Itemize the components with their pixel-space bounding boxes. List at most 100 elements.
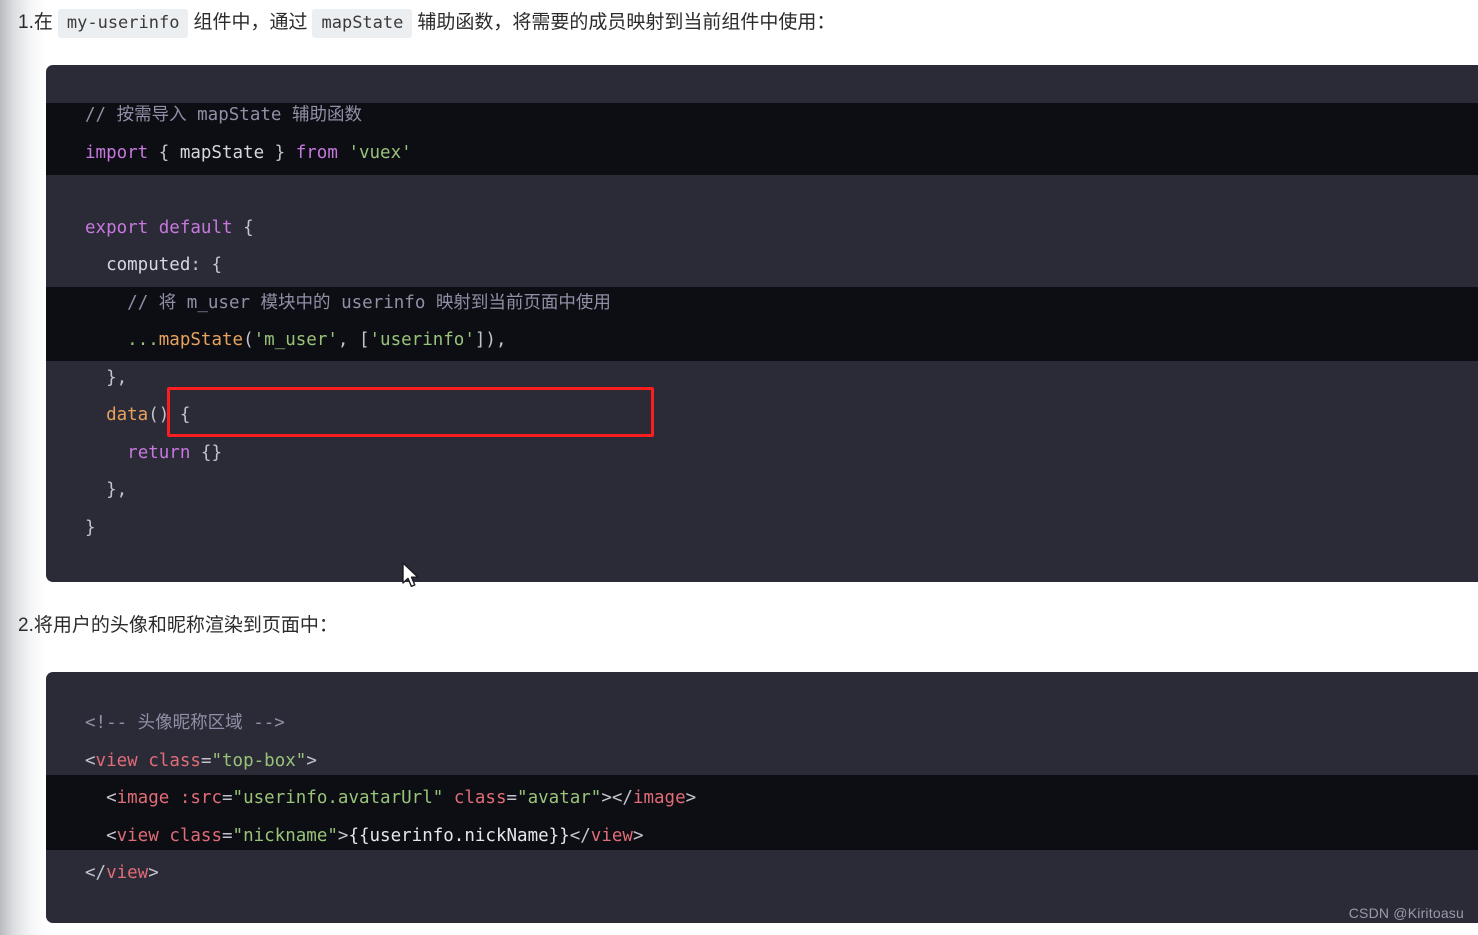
code-token-punc: { xyxy=(232,217,254,238)
code-token-tag: view xyxy=(590,825,633,846)
code-token-punc: ></ xyxy=(601,788,633,808)
code-token-punc: , [ xyxy=(337,330,370,350)
code-token-func: mapState xyxy=(158,330,244,350)
code-token-punc: < xyxy=(85,788,117,808)
code-token-comment: <!-- 头像昵称区域 --> xyxy=(85,713,285,733)
code-token-punc: > xyxy=(337,825,349,846)
inline-code-my-userinfo: my-userinfo xyxy=(57,9,189,38)
code-token-string: "avatar" xyxy=(517,788,602,808)
code-line: computed: { xyxy=(46,247,1478,285)
code-lines: // 按需导入 mapState 辅助函数 import { mapState }… xyxy=(46,65,1478,547)
code-block-javascript[interactable]: // 按需导入 mapState 辅助函数 import { mapState }… xyxy=(46,65,1478,582)
code-line: } xyxy=(46,510,1478,548)
code-token-string: "top-box" xyxy=(211,750,307,771)
code-token-tag: image xyxy=(116,788,170,808)
code-token-punc: { xyxy=(148,142,180,163)
code-token-tag: view xyxy=(116,825,159,846)
code-body-html: <!-- 头像昵称区域 --> <view class="top-box"> <i… xyxy=(46,672,1478,893)
code-block-html[interactable]: <!-- 头像昵称区域 --> <view class="top-box"> <i… xyxy=(46,672,1478,923)
code-body-javascript: // 按需导入 mapState 辅助函数 import { mapState }… xyxy=(46,65,1478,547)
code-token-keyword: from xyxy=(295,142,338,163)
step-1-number: 1. xyxy=(18,12,34,33)
code-token-punc: ( xyxy=(243,330,254,350)
code-token-prop: computed xyxy=(106,255,191,275)
code-token-punc: > xyxy=(632,825,644,846)
code-token-tag: class xyxy=(148,750,201,771)
code-token-punc: }, xyxy=(85,367,128,388)
code-token-tag: class xyxy=(453,788,507,808)
code-token-keyword: import xyxy=(85,142,149,163)
code-line: </view> xyxy=(46,855,1478,893)
code-line: import { mapState } from 'vuex' xyxy=(46,135,1478,173)
code-token-punc: = xyxy=(222,788,233,808)
inline-code-mapstate: mapState xyxy=(312,9,413,38)
code-token-keyword: export xyxy=(85,217,149,238)
code-token-string: ... xyxy=(127,330,159,350)
code-token-punc: < xyxy=(85,750,96,771)
code-token-punc: }, xyxy=(85,480,128,500)
code-token-punc: > xyxy=(148,863,159,883)
code-line: ...mapState('m_user', ['userinfo']), xyxy=(46,322,1478,360)
code-line: <view class="top-box"> xyxy=(46,743,1478,781)
code-token-punc: } xyxy=(85,517,96,538)
code-token-string: "userinfo.avatarUrl" xyxy=(232,788,444,808)
code-line: // 将 m_user 模块中的 userinfo 映射到当前页面中使用 xyxy=(46,285,1478,323)
code-token-string: "nickname" xyxy=(232,825,338,846)
code-token-punc: = xyxy=(222,825,233,846)
code-token-string: 'm_user' xyxy=(253,330,338,350)
code-token-prop: mapState xyxy=(179,142,265,163)
code-token-comment: // 将 m_user 模块中的 userinfo 映射到当前页面中使用 xyxy=(127,292,611,313)
code-token-keyword: default xyxy=(158,217,233,238)
code-token-punc: = xyxy=(200,750,212,771)
code-token-punc: {} xyxy=(190,442,222,463)
code-token-punc: = xyxy=(506,788,518,808)
step-1-text-b: 组件中，通过 xyxy=(193,11,308,33)
page-left-shadow xyxy=(0,0,46,935)
code-token-punc: : { xyxy=(190,255,222,275)
code-line: // 按需导入 mapState 辅助函数 xyxy=(46,97,1478,135)
code-token-tag: class xyxy=(169,825,222,846)
code-token-punc: () { xyxy=(148,405,191,425)
code-line: data() { xyxy=(46,397,1478,435)
code-token-string: 'vuex' xyxy=(348,142,412,163)
code-token-punc: </ xyxy=(85,863,107,883)
code-line: <view class="nickname">{{userinfo.nickNa… xyxy=(46,818,1478,856)
code-token-punc: } xyxy=(264,142,296,163)
code-line: <!-- 头像昵称区域 --> xyxy=(46,705,1478,743)
step-1-paragraph: 1.在 my-userinfo 组件中，通过 mapState 辅助函数，将需要的成员映… xyxy=(18,9,835,38)
code-token-tag: view xyxy=(95,750,138,771)
step-1-text-a: 在 xyxy=(33,11,53,33)
code-token-comment: // 按需导入 mapState 辅助函数 xyxy=(85,105,362,125)
code-token-punc: < xyxy=(85,825,117,846)
code-token-string: 'userinfo' xyxy=(369,330,475,350)
code-token-mustache: {{userinfo.nickName}} xyxy=(348,825,570,846)
code-token-punc: ]), xyxy=(474,330,507,350)
code-token-tag: view xyxy=(106,863,149,883)
code-line: return {} xyxy=(46,435,1478,473)
csdn-watermark: CSDN @Kiritoasu xyxy=(1348,905,1464,921)
step-2-paragraph: 2.将用户的头像和昵称渲染到页面中： xyxy=(18,612,338,639)
code-line: <image :src="userinfo.avatarUrl" class="… xyxy=(46,780,1478,818)
code-token-tag: :src xyxy=(179,788,222,808)
code-line: export default { xyxy=(46,210,1478,248)
code-token-punc: </ xyxy=(569,825,591,846)
step-2-number: 2. xyxy=(18,615,34,636)
code-lines: <!-- 头像昵称区域 --> <view class="top-box"> <i… xyxy=(46,672,1478,893)
code-token-func: data xyxy=(106,405,149,425)
code-token-punc: > xyxy=(306,750,317,771)
code-token-tag: image xyxy=(632,788,686,808)
step-2-text: 将用户的头像和昵称渲染到页面中： xyxy=(33,614,338,636)
code-line: }, xyxy=(46,360,1478,398)
